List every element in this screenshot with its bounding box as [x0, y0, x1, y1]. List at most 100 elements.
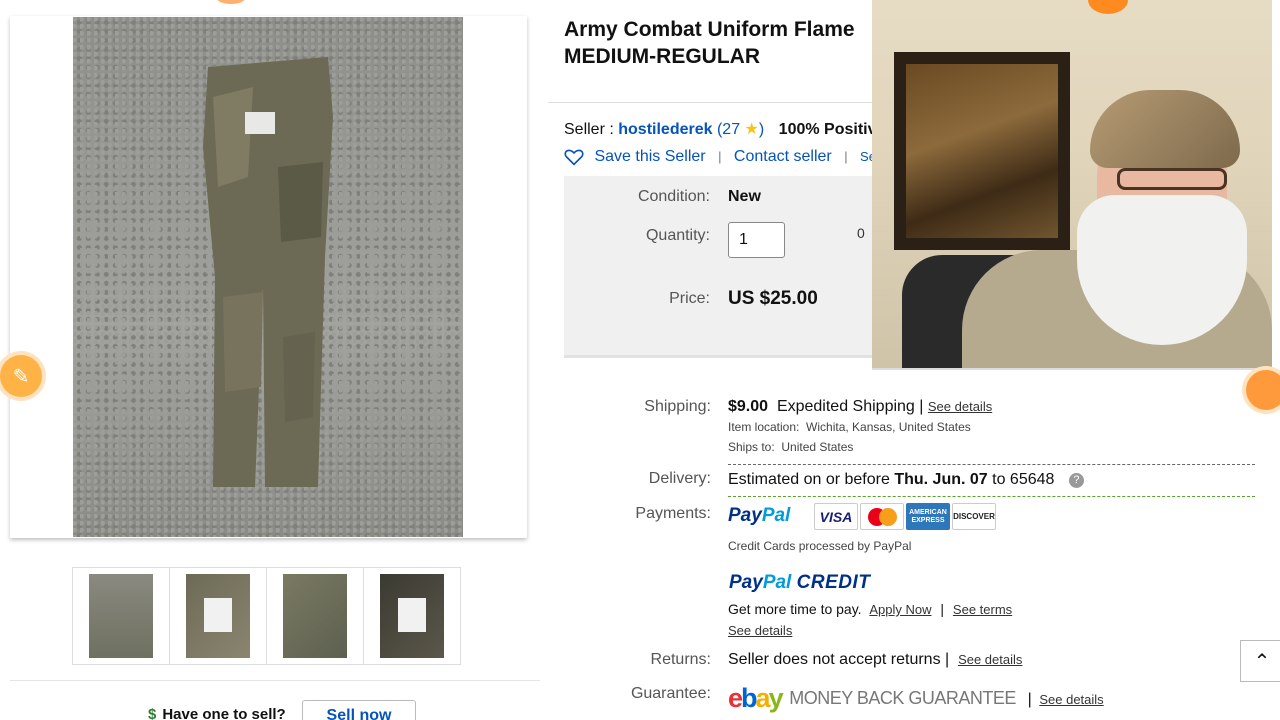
visa-logo: VISA: [814, 503, 858, 530]
separator: |: [940, 601, 945, 617]
sell-now-button[interactable]: Sell now: [302, 700, 416, 720]
pencil-icon[interactable]: ✎: [0, 355, 42, 397]
see-terms-link[interactable]: See terms: [953, 602, 1012, 617]
returns-info: Seller does not accept returns | See det…: [728, 651, 1022, 669]
more-time-text: Get more time to pay.: [728, 601, 862, 617]
separator: |: [945, 651, 950, 668]
label-tag: [204, 598, 232, 632]
shipping-method: Expedited Shipping: [776, 398, 915, 415]
overlay-dot: [216, 0, 246, 4]
mastercard-logo: [860, 503, 904, 530]
delivery-zip[interactable]: 65648: [1010, 471, 1055, 488]
guarantee-label: Guarantee:: [630, 685, 711, 702]
ebay-logo-e: e: [728, 683, 743, 713]
save-seller-link[interactable]: Save this Seller: [594, 148, 705, 165]
paypal-credit-pal: Pal: [762, 572, 792, 593]
divider: [548, 102, 873, 103]
thumbnail-image: [186, 574, 250, 658]
apply-now-link[interactable]: Apply Now: [869, 602, 931, 617]
credit-cards-note: Credit Cards processed by PayPal: [728, 539, 912, 553]
ebay-logo-a: a: [755, 683, 771, 713]
camera-icon[interactable]: [1246, 370, 1280, 410]
ships-to-label: Ships to:: [728, 440, 775, 454]
item-location-label: Item location:: [728, 420, 800, 434]
returns-see-details-link[interactable]: See details: [958, 652, 1022, 667]
listing-title: Army Combat Uniform Flame MEDIUM-REGULAR: [564, 16, 884, 70]
condition-label: Condition:: [637, 188, 710, 205]
paypal-credit-offer: Get more time to pay. Apply Now | See te…: [728, 601, 1012, 617]
payments-see-details-link[interactable]: See details: [728, 623, 792, 638]
thumbnail-image: [283, 574, 347, 658]
divider: [728, 496, 1255, 497]
paypal-logo: PayPal: [728, 505, 790, 527]
star-icon: ★: [744, 121, 759, 138]
thumbnail[interactable]: [363, 567, 461, 665]
person-cap: [1090, 90, 1240, 168]
divider: [728, 464, 1255, 465]
title-line-1: Army Combat Uniform Flame: [564, 18, 855, 41]
quantity-label: Quantity:: [645, 227, 710, 244]
label-tag: [398, 598, 426, 632]
title-line-2: MEDIUM-REGULAR: [564, 45, 760, 68]
item-location: Item location: Wichita, Kansas, United S…: [728, 420, 971, 434]
separator: |: [718, 149, 722, 165]
paypal-logo-pal: Pal: [761, 505, 791, 526]
chevron-up-icon[interactable]: ⌃: [1240, 640, 1280, 682]
painting-canvas: [906, 64, 1058, 238]
ships-to-value: United States: [781, 440, 854, 454]
framed-painting: [894, 52, 1070, 250]
main-product-image[interactable]: [73, 17, 463, 537]
shipping-value: $9.00 Expedited Shipping | See details: [728, 398, 992, 416]
delivery-estimate: Estimated on or before Thu. Jun. 07 to 6…: [728, 471, 1084, 489]
thumbnail[interactable]: [266, 567, 364, 665]
discover-logo: DISCOVER: [952, 503, 996, 530]
thumbnail-strip: [72, 567, 461, 665]
separator: |: [844, 149, 848, 165]
paypal-credit-word: CREDIT: [796, 572, 871, 593]
dollar-icon: $: [148, 706, 157, 720]
money-back-guarantee: MONEY BACK GUARANTEE: [789, 688, 1016, 708]
ebay-logo: ebay: [728, 683, 784, 713]
webcam-overlay: [872, 0, 1272, 370]
help-icon[interactable]: ?: [1068, 473, 1084, 488]
card-logos: VISA AMERICAN EXPRESS DISCOVER: [814, 503, 996, 530]
heart-icon[interactable]: [564, 148, 584, 166]
thumbnail[interactable]: [72, 567, 170, 665]
delivery-to: to: [992, 471, 1006, 488]
price-label: Price:: [669, 290, 710, 307]
payments-see-details: See details: [728, 623, 792, 638]
seller-actions: Save this Seller | Contact seller | Se: [564, 148, 876, 166]
contact-seller-link[interactable]: Contact seller: [734, 148, 832, 165]
ebay-logo-y: y: [768, 683, 784, 713]
availability-fragment: 0: [857, 225, 865, 241]
feedback-close: ): [758, 121, 765, 138]
overlay-indicator: [1088, 0, 1128, 14]
shipping-label: Shipping:: [644, 398, 711, 415]
thumbnail[interactable]: [169, 567, 267, 665]
condition-value: New: [728, 188, 761, 205]
separator: |: [919, 398, 924, 415]
ships-to: Ships to: United States: [728, 440, 853, 454]
item-location-value: Wichita, Kansas, United States: [806, 420, 971, 434]
shipping-cost: $9.00: [728, 398, 769, 415]
delivery-prefix: Estimated on or before: [728, 471, 890, 488]
ebay-logo-b: b: [741, 683, 757, 713]
returns-label: Returns:: [650, 651, 711, 668]
quantity-input[interactable]: 1: [728, 222, 785, 258]
pants-photo: [203, 57, 333, 487]
sell-prompt: $ Have one to sell?: [148, 706, 286, 720]
shipping-see-details-link[interactable]: See details: [928, 399, 992, 414]
guarantee-info: ebay MONEY BACK GUARANTEE | See details: [728, 683, 1104, 714]
guarantee-see-details-link[interactable]: See details: [1039, 692, 1103, 707]
seller-name-link[interactable]: hostilederek: [618, 121, 712, 138]
delivery-date: Thu. Jun. 07: [894, 471, 988, 488]
separator: |: [1027, 691, 1032, 708]
seller-info: Seller : hostilederek (27 ★) 100% Positi…: [564, 119, 877, 139]
payments-label: Payments:: [635, 505, 711, 522]
feedback-score[interactable]: (27: [717, 121, 740, 138]
paypal-credit-logo: PayPal CREDIT: [729, 572, 870, 594]
paypal-logo-pay: Pay: [728, 505, 762, 526]
thumbnail-image: [380, 574, 444, 658]
thumbnail-image: [89, 574, 153, 658]
amex-logo: AMERICAN EXPRESS: [906, 503, 950, 530]
